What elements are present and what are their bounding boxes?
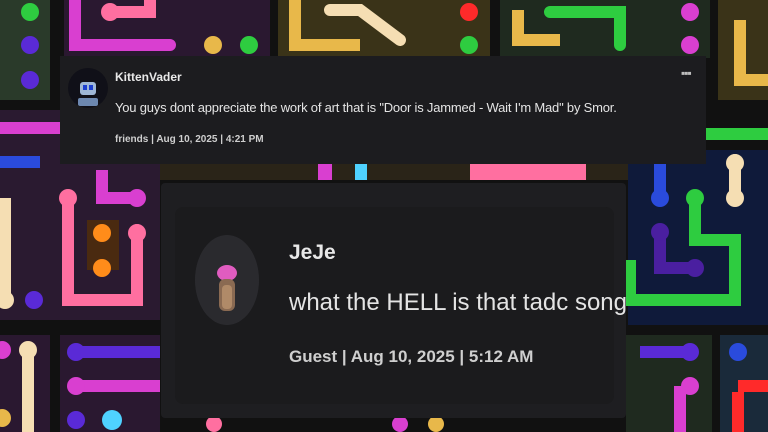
comment-card-jeje: JeJe what the HELL is that tadc song Gue…	[161, 183, 627, 418]
comment-meta: Guest | Aug 10, 2025 | 5:12 AM	[289, 347, 534, 366]
comment-username[interactable]: JeJe	[289, 241, 336, 265]
more-dots-icon[interactable]: ▪▪▪	[681, 66, 692, 80]
comment-username[interactable]: KittenVader	[115, 70, 182, 84]
avatar-robot-icon	[68, 68, 108, 108]
avatar-character-icon	[195, 235, 259, 325]
comment-text: what the HELL is that tadc song	[289, 289, 627, 316]
comment-card-kittenvader: KittenVader You guys dont appreciate the…	[60, 56, 706, 164]
avatar[interactable]	[195, 235, 259, 325]
comment-text: You guys dont appreciate the work of art…	[115, 100, 617, 115]
comment-meta: friends | Aug 10, 2025 | 4:21 PM	[115, 134, 264, 145]
comment-body: JeJe what the HELL is that tadc song Gue…	[175, 207, 627, 404]
avatar[interactable]	[68, 68, 108, 108]
